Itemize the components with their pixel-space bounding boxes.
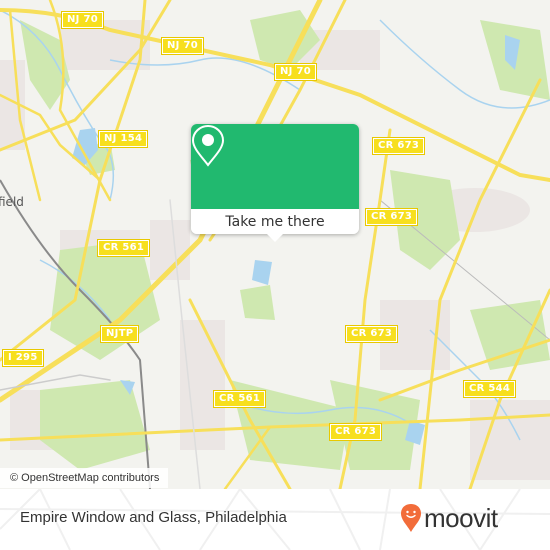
road-label-cr673: CR 673 [364, 208, 419, 226]
road-label-nj70: NJ 70 [161, 37, 204, 55]
road-label-nj154: NJ 154 [97, 130, 149, 148]
road-label-cr561: CR 561 [96, 239, 151, 257]
popup-header [191, 124, 359, 209]
destination-popup[interactable]: Take me there [191, 124, 359, 242]
popup-pointer [267, 234, 283, 242]
map-view[interactable]: NJ 70 NJ 70 NJ 70 NJ 154 CR 673 CR 673 C… [0, 0, 550, 489]
road-label-cr673: CR 673 [344, 325, 399, 343]
road-label-nj70: NJ 70 [61, 11, 104, 29]
map-attribution[interactable]: © OpenStreetMap contributors [0, 468, 169, 488]
moovit-wordmark: moovit [424, 503, 498, 533]
take-me-there-button[interactable]: Take me there [191, 209, 359, 234]
road-label-cr561: CR 561 [212, 390, 267, 408]
road-label-nj70: NJ 70 [274, 63, 317, 81]
road-label-cr544: CR 544 [462, 380, 517, 398]
road-label-njtp: NJTP [99, 325, 140, 343]
road-label-cr673: CR 673 [371, 137, 426, 155]
place-label: field [0, 195, 24, 209]
moovit-pin-icon [401, 504, 421, 532]
road-label-i295: I 295 [2, 349, 44, 367]
map-pin-icon [191, 124, 225, 167]
moovit-logo[interactable]: moovit [400, 503, 498, 533]
road-label-cr673: CR 673 [328, 423, 383, 441]
footer-bar: Empire Window and Glass, Philadelphia mo… [0, 489, 550, 550]
place-title: Empire Window and Glass, Philadelphia [20, 509, 287, 526]
